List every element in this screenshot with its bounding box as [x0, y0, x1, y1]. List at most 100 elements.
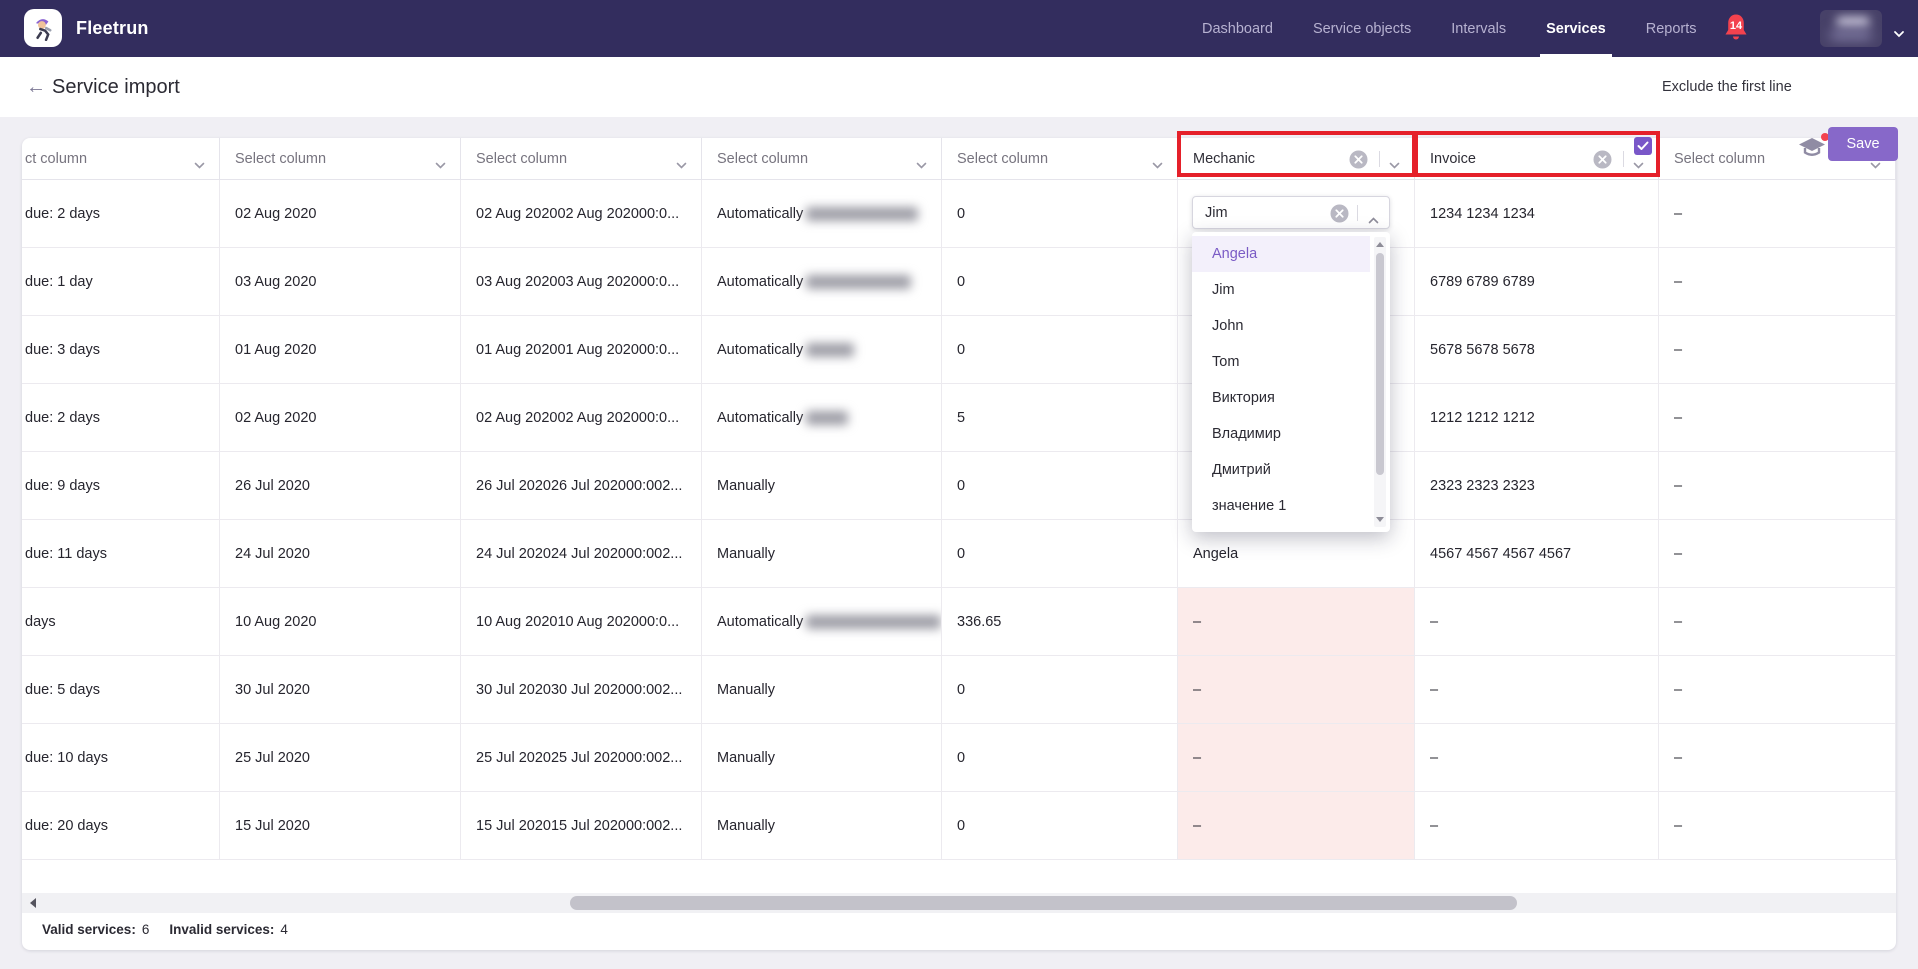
cell-text: 0 — [957, 818, 965, 834]
table-cell: 10 Aug 202010 Aug 202000:0... — [461, 588, 702, 655]
table-cell: – — [1659, 520, 1896, 587]
page-title: Service import — [52, 57, 180, 117]
dropdown-option[interactable]: Дмитрий — [1192, 452, 1370, 488]
column-header-6[interactable]: Invoice — [1415, 138, 1659, 180]
cell-text: – — [1674, 682, 1682, 698]
table-cell: 03 Aug 2020 — [220, 248, 461, 315]
nav-item-intervals[interactable]: Intervals — [1451, 0, 1506, 57]
table-row: due: 3 days01 Aug 202001 Aug 202001 Aug … — [22, 316, 1896, 384]
table-cell: – — [1659, 248, 1896, 315]
clear-icon[interactable] — [1593, 150, 1612, 174]
cell-text: – — [1193, 750, 1201, 766]
table-cell: 24 Jul 2020 — [220, 520, 461, 587]
cell-text: 10 Aug 202010 Aug 202000:0... — [476, 614, 679, 630]
tutorial-cap-icon[interactable] — [1798, 136, 1828, 160]
table-cell: Manually — [702, 724, 942, 791]
import-table: ct columnSelect columnSelect columnSelec… — [22, 138, 1896, 950]
cell-text: 26 Jul 202026 Jul 202000:002... — [476, 478, 682, 494]
redacted-blur — [806, 411, 848, 425]
column-header-label: Select column — [1674, 151, 1765, 167]
dropdown-option[interactable]: Tom — [1192, 344, 1370, 380]
table-cell: 24 Jul 202024 Jul 202000:002... — [461, 520, 702, 587]
user-menu-chevron-icon[interactable] — [1893, 25, 1905, 43]
chevron-down-icon[interactable] — [435, 156, 446, 174]
scroll-left-arrow-icon[interactable] — [30, 898, 36, 908]
cell-text: 1212 1212 1212 — [1430, 410, 1535, 426]
dropdown-scrollbar-thumb[interactable] — [1376, 253, 1384, 475]
save-button[interactable]: Save — [1828, 127, 1898, 161]
table-cell: days — [22, 588, 220, 655]
column-header-label: Invoice — [1430, 151, 1476, 167]
table-row: due: 10 days25 Jul 202025 Jul 202025 Jul… — [22, 724, 1896, 792]
column-header-label: Select column — [476, 151, 567, 167]
cell-text: Automatically — [717, 206, 803, 222]
column-header-label: Select column — [235, 151, 326, 167]
column-header-2[interactable]: Select column — [461, 138, 702, 180]
column-header-3[interactable]: Select column — [702, 138, 942, 180]
dropdown-option[interactable]: Виктория — [1192, 380, 1370, 416]
column-header-1[interactable]: Select column — [220, 138, 461, 180]
table-cell: 2323 2323 2323 — [1415, 452, 1659, 519]
cell-text: – — [1674, 750, 1682, 766]
mechanic-editor-input[interactable] — [1205, 205, 1325, 221]
chevron-up-icon[interactable] — [1368, 211, 1379, 229]
table-cell: due: 2 days — [22, 384, 220, 451]
nav-item-reports[interactable]: Reports — [1646, 0, 1697, 57]
column-header-0[interactable]: ct column — [22, 138, 220, 180]
cell-text: – — [1674, 274, 1682, 290]
table-cell: 01 Aug 202001 Aug 202000:0... — [461, 316, 702, 383]
chevron-down-icon[interactable] — [916, 156, 927, 174]
horizontal-scrollbar-thumb[interactable] — [570, 896, 1517, 910]
table-cell: Automatically — [702, 588, 942, 655]
nav-item-service-objects[interactable]: Service objects — [1313, 0, 1411, 57]
chevron-down-icon[interactable] — [194, 156, 205, 174]
table-cell: 5 — [942, 384, 1178, 451]
table-cell: – — [1659, 724, 1896, 791]
table-cell: – — [1659, 792, 1896, 859]
exclude-first-line-checkbox[interactable] — [1634, 137, 1652, 155]
page-header: ← Service import Exclude the first line … — [0, 57, 1918, 117]
dropdown-option[interactable]: значение 1 — [1192, 488, 1370, 524]
dropdown-option[interactable]: John — [1192, 308, 1370, 344]
avatar-blur — [1830, 31, 1872, 39]
cell-text: – — [1193, 682, 1201, 698]
chevron-down-icon[interactable] — [1152, 156, 1163, 174]
redacted-blur — [806, 343, 854, 357]
table-cell: – — [1415, 724, 1659, 791]
mechanic-cell-editor[interactable] — [1192, 196, 1390, 229]
cell-text: – — [1430, 614, 1438, 630]
table-cell: 0 — [942, 316, 1178, 383]
table-cell: due: 11 days — [22, 520, 220, 587]
clear-icon[interactable] — [1330, 204, 1349, 228]
scroll-down-arrow-icon[interactable] — [1376, 517, 1384, 522]
clear-icon[interactable] — [1349, 150, 1368, 174]
dropdown-option[interactable]: Владимир — [1192, 416, 1370, 452]
nav-item-services[interactable]: Services — [1546, 0, 1606, 57]
user-avatar[interactable] — [1820, 10, 1882, 47]
table-row: due: 5 days30 Jul 202030 Jul 202030 Jul … — [22, 656, 1896, 724]
fleetrun-logo-icon[interactable] — [24, 9, 62, 47]
cell-text: 4567 4567 4567 4567 — [1430, 546, 1571, 562]
chevron-down-icon[interactable] — [676, 156, 687, 174]
cell-text: 6789 6789 6789 — [1430, 274, 1535, 290]
notifications-bell-icon[interactable]: 14 — [1722, 12, 1750, 46]
table-row: days10 Aug 202010 Aug 202010 Aug 202000:… — [22, 588, 1896, 656]
dropdown-option[interactable]: Angela — [1192, 236, 1370, 272]
dropdown-option[interactable]: Jim — [1192, 272, 1370, 308]
scroll-up-arrow-icon[interactable] — [1376, 242, 1384, 247]
column-header-5[interactable]: Mechanic — [1178, 138, 1415, 180]
cell-text: – — [1674, 410, 1682, 426]
horizontal-scrollbar[interactable] — [22, 893, 1896, 913]
table-cell: 336.65 — [942, 588, 1178, 655]
chevron-down-icon[interactable] — [1389, 156, 1400, 174]
table-cell: Manually — [702, 520, 942, 587]
back-arrow-icon[interactable]: ← — [26, 57, 46, 117]
chevron-down-icon[interactable] — [1633, 156, 1644, 174]
nav-item-dashboard[interactable]: Dashboard — [1202, 0, 1273, 57]
mascot-icon — [30, 15, 56, 41]
dropdown-scrollbar[interactable] — [1374, 237, 1386, 527]
column-header-4[interactable]: Select column — [942, 138, 1178, 180]
column-header-label: ct column — [25, 151, 87, 167]
table-cell: 03 Aug 202003 Aug 202000:0... — [461, 248, 702, 315]
main-navigation: Dashboard Service objects Intervals Service… — [1202, 0, 1697, 57]
